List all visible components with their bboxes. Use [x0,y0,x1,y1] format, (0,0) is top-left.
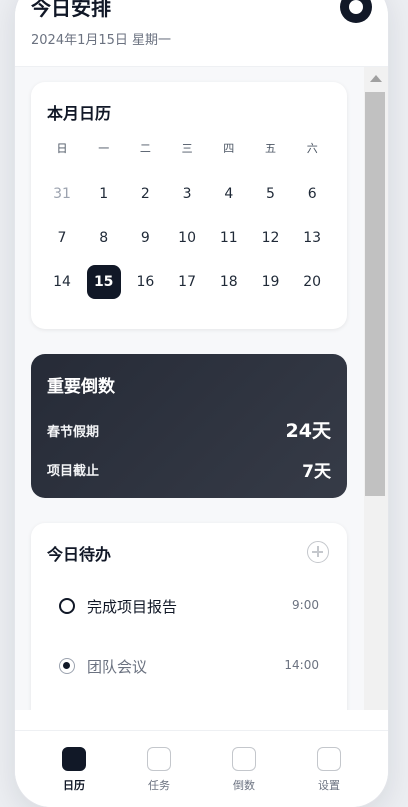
weekday-label: 六 [306,142,318,155]
calendar-day[interactable]: 1 [85,177,123,211]
countdown-name: 春节假期 [47,425,100,440]
current-date: 2024年1月15日 星期一 [31,33,172,48]
calendar-day[interactable]: 4 [210,177,248,211]
weekday-label: 三 [181,142,193,155]
countdown-item[interactable]: 项目截止 7天 [47,458,331,482]
scroll-up-arrow-icon[interactable] [370,75,382,82]
tab-label: 日历 [63,779,85,792]
tab-tasks[interactable]: 任务 [134,747,184,793]
todo-title: 今日待办 [47,545,112,564]
calendar-day[interactable]: 12 [252,221,290,255]
countdown-icon [232,747,256,771]
scroll-content[interactable]: 本月日历 日一二三四五六 31 1 2 3 4 5 6 7 8 9 10 11 12 13 14 15 16 17 1… [15,67,364,710]
calendar-day[interactable]: 9 [126,221,164,255]
weekday-label: 四 [223,142,235,155]
tab-label: 设置 [318,779,340,792]
calendar-day[interactable]: 18 [210,265,248,299]
calendar-day[interactable]: 5 [252,177,290,211]
todo-time: 9:00 [292,598,319,612]
weekday-label: 五 [265,142,276,155]
calendar-day[interactable]: 3 [168,177,206,211]
tab-label: 倒数 [233,779,255,792]
add-todo-icon[interactable] [307,541,329,563]
countdown-title: 重要倒数 [47,377,115,397]
tab-label: 任务 [148,779,170,792]
countdown-name: 项目截止 [47,464,100,479]
countdown-value: 7天 [302,462,331,482]
calendar-day[interactable]: 17 [168,265,206,299]
todo-time: 14:00 [284,658,319,672]
todo-checkbox[interactable] [59,598,75,614]
app-header: 今日安排 2024年1月15日 星期一 [15,0,388,67]
calendar-day[interactable]: 10 [168,221,206,255]
calendar-day[interactable]: 31 [43,177,81,211]
phone-frame: 今日安排 2024年1月15日 星期一 本月日历 日一二三四五六 31 1 2 3 4 5 6… [15,0,388,807]
todo-card: 今日待办 完成项目报告 9:00 团队会议 14:00 [31,523,347,710]
calendar-day[interactable]: 8 [85,221,123,255]
countdown-item[interactable]: 春节假期 24天 [47,418,331,442]
weekday-label: 二 [139,142,151,155]
todo-checkbox-checked[interactable] [59,658,75,674]
calendar-day[interactable]: 16 [126,265,164,299]
calendar-title: 本月日历 [47,104,112,123]
page-title: 今日安排 [31,0,111,20]
todo-text: 完成项目报告 [87,598,178,616]
calendar-day[interactable]: 14 [43,265,81,299]
tab-calendar[interactable]: 日历 [49,747,99,793]
calendar-day-today[interactable]: 15 [86,265,121,299]
tab-settings[interactable]: 设置 [304,747,354,793]
tab-bar: 日历 任务 倒数 设置 [15,730,388,807]
todo-item[interactable]: 团队会议 14:00 [59,654,319,678]
calendar-day[interactable]: 13 [293,221,331,255]
avatar[interactable] [340,0,372,23]
todo-item[interactable]: 完成项目报告 9:00 [59,594,319,618]
scrollbar[interactable] [364,67,388,710]
weekday-label: 日 [56,142,68,155]
tasks-icon [147,747,171,771]
calendar-icon [62,747,86,771]
calendar-day[interactable]: 11 [210,221,248,255]
calendar-day[interactable]: 6 [293,177,331,211]
scrollbar-thumb[interactable] [365,92,385,496]
tab-countdown[interactable]: 倒数 [219,747,269,793]
settings-icon [317,747,341,771]
calendar-day[interactable]: 19 [252,265,290,299]
countdown-card: 重要倒数 春节假期 24天 项目截止 7天 [31,354,347,498]
calendar-card: 本月日历 日一二三四五六 31 1 2 3 4 5 6 7 8 9 10 11 12 13 14 15 16 17 1… [31,82,347,329]
weekday-label: 一 [98,142,110,155]
todo-text: 团队会议 [87,658,148,676]
calendar-day[interactable]: 20 [293,265,331,299]
countdown-value: 24天 [285,420,331,442]
calendar-day[interactable]: 2 [126,177,164,211]
calendar-day[interactable]: 7 [43,221,81,255]
